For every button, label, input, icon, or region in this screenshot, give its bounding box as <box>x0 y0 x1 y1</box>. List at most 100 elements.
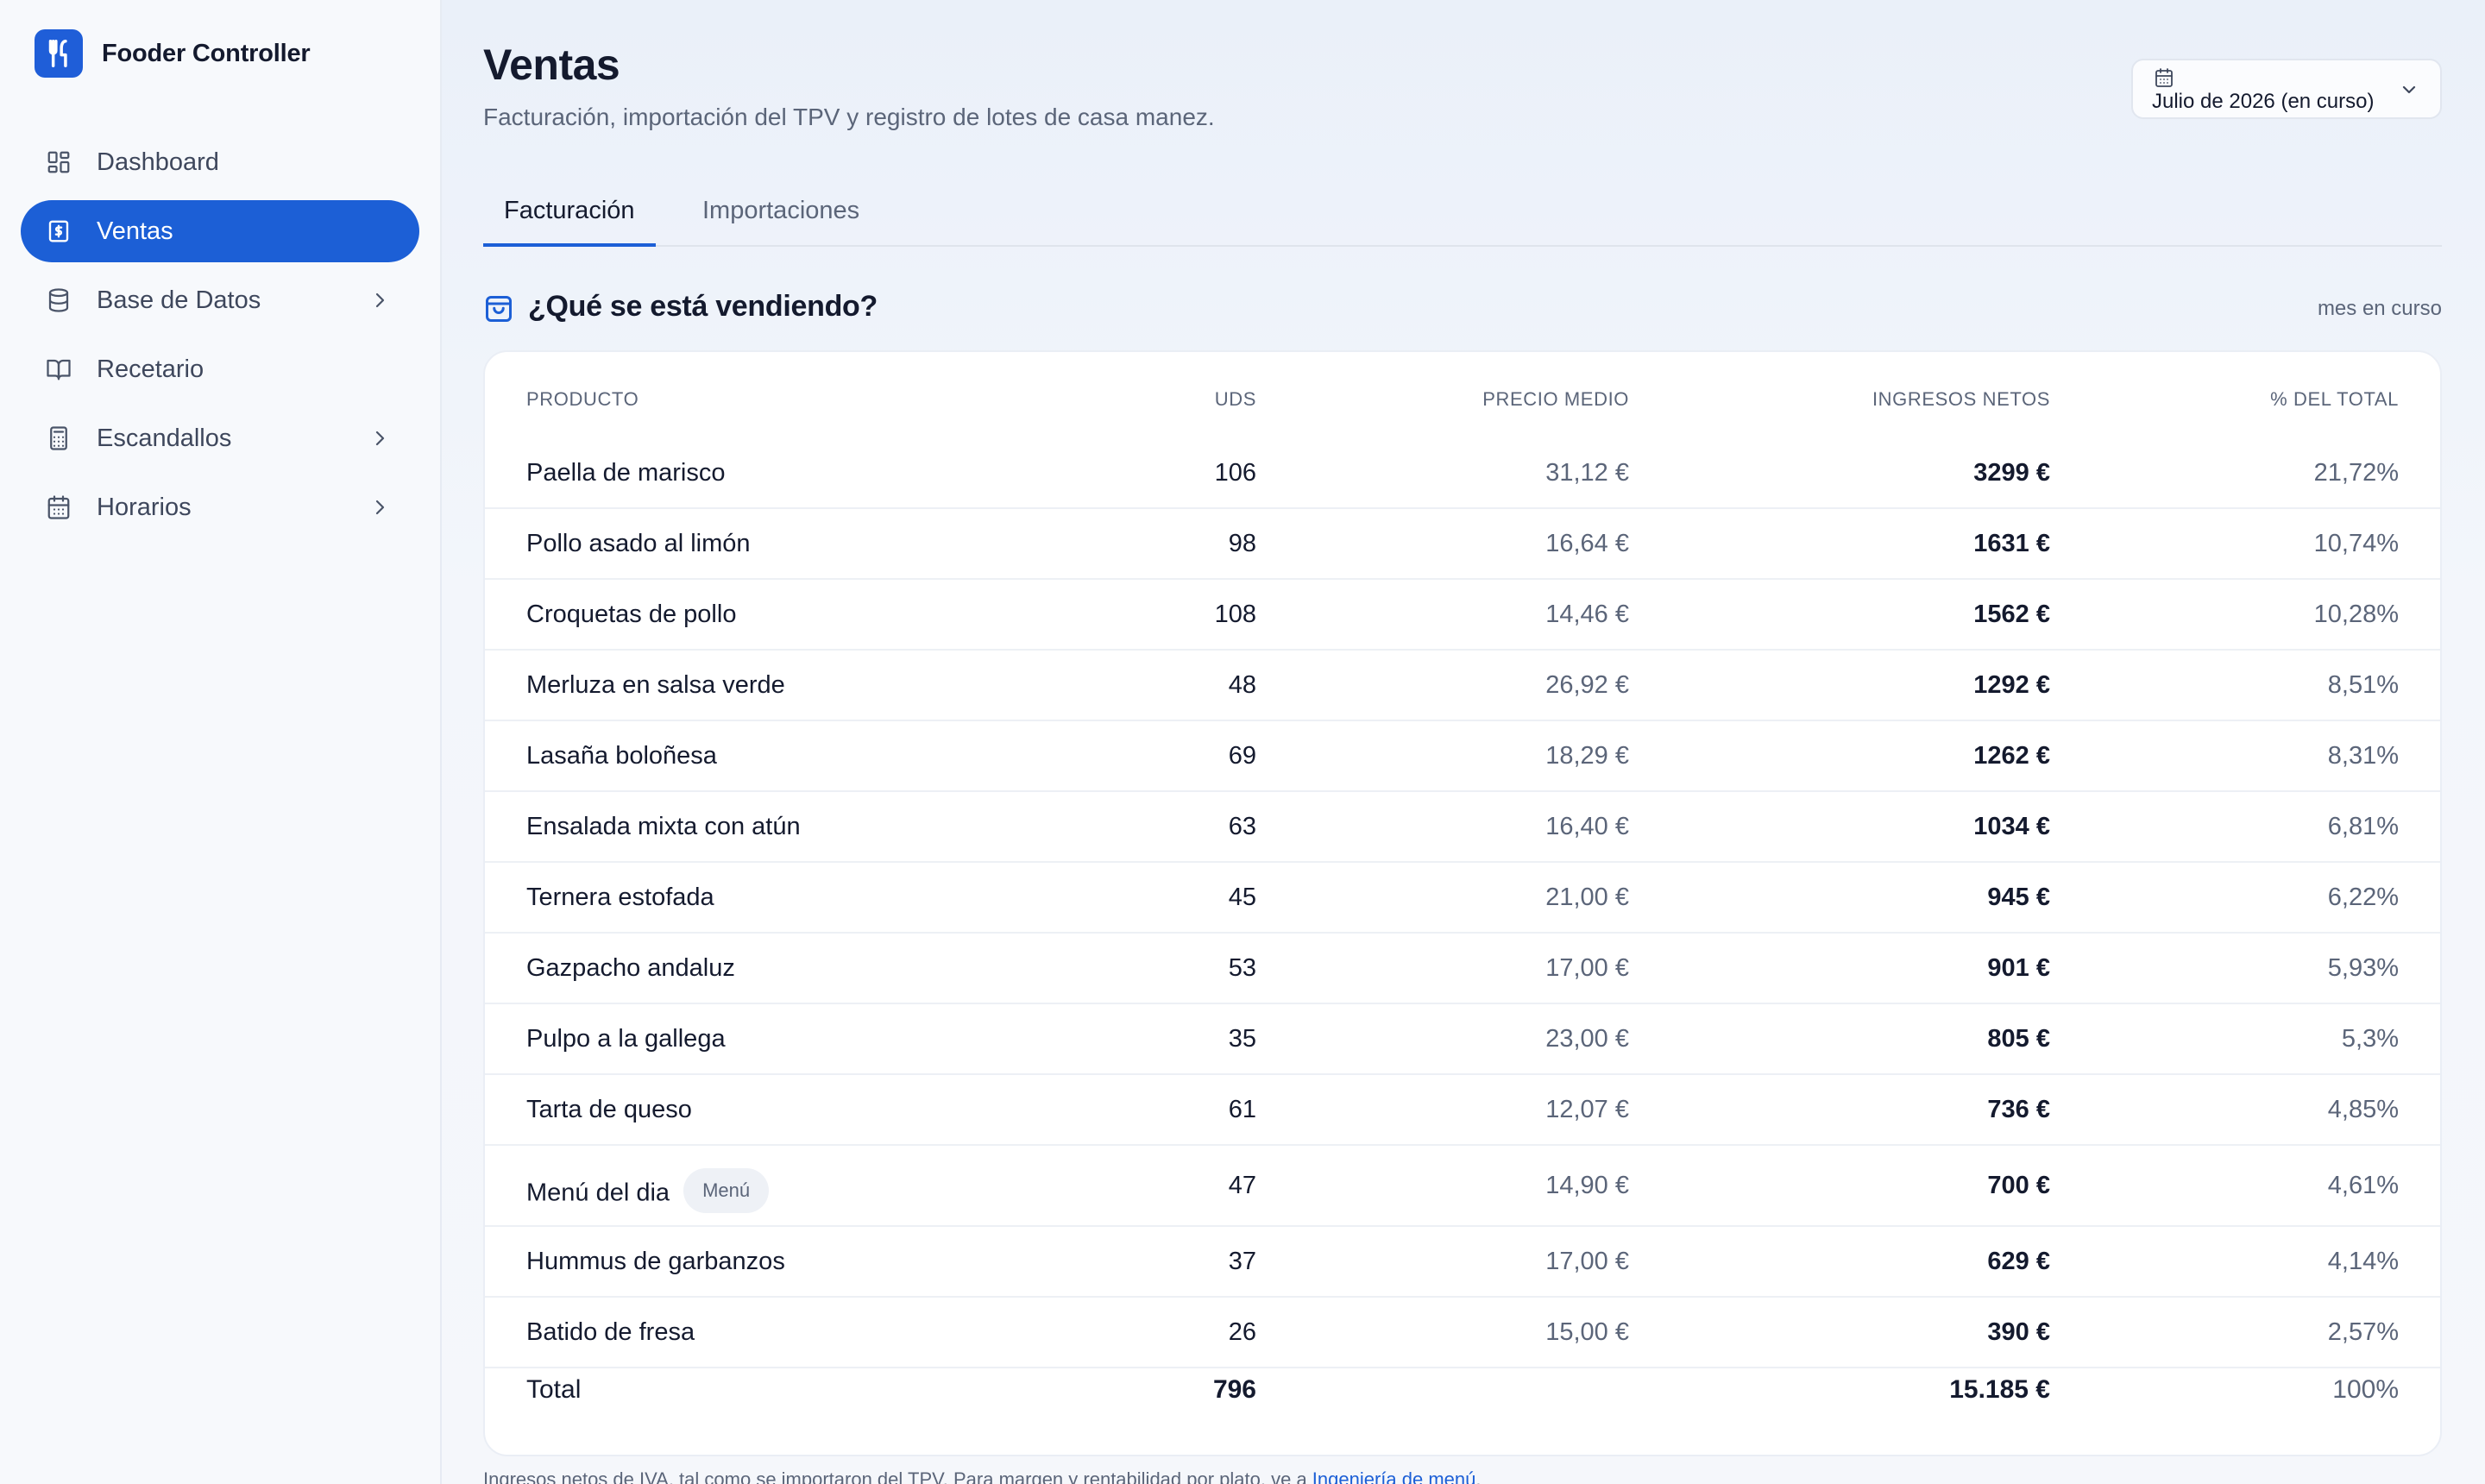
cell-pct: 4,85% <box>2327 1096 2399 1123</box>
column-header-pct-total[interactable]: % DEL TOTAL <box>2270 388 2399 411</box>
sales-table-card: PRODUCTO UDS PRECIO MEDIO INGRESOS NETOS… <box>483 350 2442 1456</box>
footnote-text: Ingresos netos de IVA, tal como se impor… <box>483 1468 1312 1484</box>
cell-producto: Ternera estofada <box>526 883 714 911</box>
table-row[interactable]: Merluza en salsa verde 48 26,92 € 1292 €… <box>485 651 2440 721</box>
cell-neto: 1034 € <box>1973 813 2050 840</box>
table-header: PRODUCTO UDS PRECIO MEDIO INGRESOS NETOS… <box>485 388 2440 423</box>
cell-uds: 61 <box>1228 1096 1256 1123</box>
cell-producto: Pollo asado al limón <box>526 530 751 557</box>
cell-pct: 5,3% <box>2341 1025 2399 1053</box>
book-icon <box>45 355 72 383</box>
cell-pct: 8,31% <box>2327 742 2399 770</box>
cell-producto: Merluza en salsa verde <box>526 671 785 699</box>
utensils-icon <box>35 29 83 78</box>
column-header-ingresos-netos[interactable]: INGRESOS NETOS <box>1872 388 2050 411</box>
table-row[interactable]: Ensalada mixta con atún 63 16,40 € 1034 … <box>485 792 2440 863</box>
page-title: Ventas <box>483 41 620 89</box>
cell-neto: 3299 € <box>1973 459 2050 487</box>
cell-producto: Ensalada mixta con atún <box>526 813 801 840</box>
cell-producto-label: Menú del dia <box>526 1179 670 1207</box>
table-total-row: Total 796 15.185 € 100% <box>485 1368 2440 1420</box>
column-header-precio-medio[interactable]: PRECIO MEDIO <box>1482 388 1629 411</box>
cell-precio: 23,00 € <box>1545 1025 1629 1053</box>
footnote: Ingresos netos de IVA, tal como se impor… <box>483 1468 1482 1484</box>
table-row[interactable]: Croquetas de pollo 108 14,46 € 1562 € 10… <box>485 580 2440 651</box>
sidebar-item-ventas[interactable]: Ventas <box>21 200 419 262</box>
table-row[interactable]: Gazpacho andaluz 53 17,00 € 901 € 5,93% <box>485 934 2440 1004</box>
cell-precio: 26,92 € <box>1545 671 1629 699</box>
app-name: Fooder Controller <box>102 39 311 67</box>
cell-precio: 14,46 € <box>1545 601 1629 628</box>
cell-neto: 390 € <box>1987 1318 2050 1346</box>
cell-uds: 37 <box>1228 1248 1256 1275</box>
brand[interactable]: Fooder Controller <box>35 28 311 79</box>
table-row[interactable]: Lasaña boloñesa 69 18,29 € 1262 € 8,31% <box>485 721 2440 792</box>
sidebar-item-recetario[interactable]: Recetario <box>21 338 419 400</box>
cell-pct: 10,74% <box>2313 530 2399 557</box>
dashboard-icon <box>45 148 72 176</box>
cell-uds: 108 <box>1214 601 1256 628</box>
section-note: mes en curso <box>2317 297 2442 320</box>
cell-precio: 21,00 € <box>1545 883 1629 911</box>
tab-importaciones[interactable]: Importaciones <box>682 185 880 247</box>
page-subtitle: Facturación, importación del TPV y regis… <box>483 104 1215 130</box>
footnote-suffix: . <box>1475 1468 1482 1484</box>
sidebar-item-label: Recetario <box>97 355 204 383</box>
cell-neto: 1262 € <box>1973 742 2050 770</box>
cell-uds: 45 <box>1228 883 1256 911</box>
sidebar-item-label: Base de Datos <box>97 286 261 314</box>
cell-uds: 106 <box>1214 459 1256 487</box>
table-row[interactable]: Menú del dia Menú 47 14,90 € 700 € 4,61% <box>485 1146 2440 1227</box>
sidebar-item-dashboard[interactable]: Dashboard <box>21 131 419 193</box>
sidebar-item-base-de-datos[interactable]: Base de Datos <box>21 269 419 331</box>
table-body: Paella de marisco 106 31,12 € 3299 € 21,… <box>485 438 2440 1368</box>
calendar-icon <box>2155 68 2173 87</box>
column-header-uds[interactable]: UDS <box>1215 388 1256 411</box>
tab-facturacion[interactable]: Facturación <box>483 185 656 247</box>
cell-uds: 63 <box>1228 813 1256 840</box>
sidebar-item-horarios[interactable]: Horarios <box>21 476 419 538</box>
cell-precio: 17,00 € <box>1545 1248 1629 1275</box>
table-row[interactable]: Pulpo a la gallega 35 23,00 € 805 € 5,3% <box>485 1004 2440 1075</box>
cell-uds: 53 <box>1228 954 1256 982</box>
cell-neto: 945 € <box>1987 883 2050 911</box>
cell-pct: 6,81% <box>2327 813 2399 840</box>
cell-uds: 47 <box>1228 1172 1256 1199</box>
cell-precio: 14,90 € <box>1545 1172 1629 1199</box>
total-uds: 796 <box>1212 1375 1256 1404</box>
chevron-right-icon <box>375 292 385 308</box>
cell-neto: 901 € <box>1987 954 2050 982</box>
cell-pct: 4,14% <box>2327 1248 2399 1275</box>
shopping-bag-icon <box>486 296 512 322</box>
cell-pct: 10,28% <box>2313 601 2399 628</box>
total-label: Total <box>526 1375 582 1404</box>
cell-pct: 4,61% <box>2327 1172 2399 1199</box>
sidebar-item-label: Dashboard <box>97 148 219 176</box>
table-row[interactable]: Ternera estofada 45 21,00 € 945 € 6,22% <box>485 863 2440 934</box>
sidebar-item-escandallos[interactable]: Escandallos <box>21 407 419 469</box>
cell-producto: Batido de fresa <box>526 1318 695 1346</box>
table-row[interactable]: Pollo asado al limón 98 16,64 € 1631 € 1… <box>485 509 2440 580</box>
table-row[interactable]: Hummus de garbanzos 37 17,00 € 629 € 4,1… <box>485 1227 2440 1298</box>
sidebar-item-label: Escandallos <box>97 424 232 452</box>
cell-pct: 21,72% <box>2313 459 2399 487</box>
menu-badge: Menú <box>683 1168 770 1213</box>
period-select[interactable]: Julio de 2026 (en curso) <box>2131 59 2442 119</box>
table-row[interactable]: Batido de fresa 26 15,00 € 390 € 2,57% <box>485 1298 2440 1368</box>
cell-uds: 48 <box>1228 671 1256 699</box>
table-row[interactable]: Tarta de queso 61 12,07 € 736 € 4,85% <box>485 1075 2440 1146</box>
cell-producto: Hummus de garbanzos <box>526 1248 785 1275</box>
cell-uds: 69 <box>1228 742 1256 770</box>
main-content: Ventas Facturación, importación del TPV … <box>442 0 2485 1484</box>
cell-precio: 16,64 € <box>1545 530 1629 557</box>
total-pct: 100% <box>2332 1375 2399 1404</box>
menu-engineering-link[interactable]: Ingeniería de menú <box>1312 1468 1476 1484</box>
cell-precio: 31,12 € <box>1545 459 1629 487</box>
calendar-icon <box>45 494 72 521</box>
column-header-producto[interactable]: PRODUCTO <box>526 388 639 411</box>
table-row[interactable]: Paella de marisco 106 31,12 € 3299 € 21,… <box>485 438 2440 509</box>
cell-producto: Paella de marisco <box>526 459 726 487</box>
cell-pct: 5,93% <box>2327 954 2399 982</box>
cell-pct: 6,22% <box>2327 883 2399 911</box>
total-neto: 15.185 € <box>1949 1375 2050 1404</box>
